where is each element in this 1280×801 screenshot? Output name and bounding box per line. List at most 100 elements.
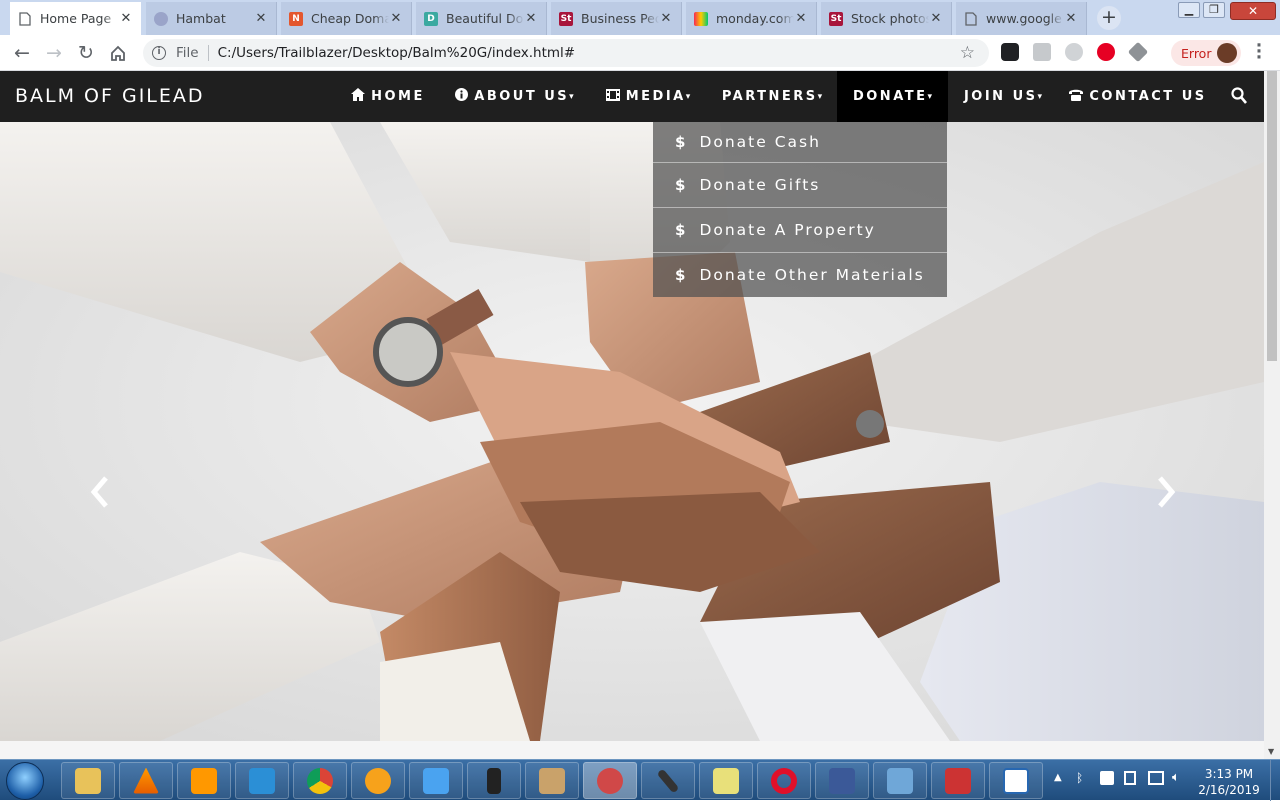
extension-icon[interactable] <box>1065 43 1083 61</box>
address-bar[interactable]: i File C:/Users/Trailblazer/Desktop/Balm… <box>143 39 989 67</box>
start-button[interactable] <box>6 762 44 800</box>
pinterest-icon[interactable] <box>1097 43 1115 61</box>
book-icon[interactable] <box>525 762 579 799</box>
volume-icon[interactable]: 🔈︎ <box>1172 770 1180 785</box>
app-icon[interactable] <box>467 762 521 799</box>
info-icon <box>455 88 469 105</box>
divider <box>207 45 209 61</box>
menu-item-donate-gifts[interactable]: $ Donate Gifts <box>653 162 947 207</box>
tab-title: www.google <box>986 11 1062 26</box>
nav-home[interactable]: HOME <box>345 71 431 122</box>
chrome-icon[interactable] <box>293 762 347 799</box>
close-icon[interactable]: ✕ <box>524 11 538 26</box>
minimize-button[interactable]: ▁ <box>1178 2 1200 18</box>
nav-label: CONTACT US <box>1089 89 1207 104</box>
tab-home-page[interactable]: Home Page ✕ <box>10 2 141 35</box>
tab-title: Beautiful Do <box>446 11 524 26</box>
carousel-prev-icon[interactable] <box>88 472 112 512</box>
clock-time: 3:13 PM <box>1204 767 1254 781</box>
bluetooth-icon[interactable]: ᛒ <box>1076 771 1083 785</box>
error-label: Error <box>1181 45 1212 61</box>
caret-down-icon: ▾ <box>817 91 823 102</box>
app-icon[interactable] <box>351 762 405 799</box>
reload-icon[interactable]: ↻ <box>72 39 100 67</box>
show-desktop-button[interactable] <box>1270 760 1280 801</box>
nav-about-us[interactable]: ABOUT US ▾ <box>447 71 582 122</box>
nav-contact-us[interactable]: CONTACT US <box>1064 71 1212 122</box>
tab-title: Home Page <box>40 11 112 26</box>
caret-down-icon: ▾ <box>1037 91 1043 102</box>
site-brand[interactable]: BALM OF GILEAD <box>15 85 205 107</box>
maximize-button[interactable]: ❐ <box>1203 2 1225 18</box>
nav-label: JOIN US <box>963 89 1038 104</box>
show-hidden-icons-icon[interactable]: ▲ <box>1054 772 1062 783</box>
close-icon[interactable]: ✕ <box>119 11 133 26</box>
nav-donate[interactable]: DONATE ▾ <box>837 71 948 122</box>
dollar-icon: $ <box>675 221 688 239</box>
file-explorer-icon[interactable] <box>61 762 115 799</box>
tab-beautiful[interactable]: D Beautiful Do ✕ <box>416 2 547 35</box>
profile-error-button[interactable]: Error <box>1171 40 1241 66</box>
vscode-icon[interactable] <box>235 762 289 799</box>
sublime-text-icon[interactable] <box>177 762 231 799</box>
tab-monday[interactable]: monday.com ✕ <box>686 2 817 35</box>
back-arrow-icon[interactable]: ← <box>8 39 36 67</box>
3g-icon[interactable] <box>989 762 1043 799</box>
dollar-icon: $ <box>675 176 688 194</box>
action-center-icon[interactable] <box>1100 771 1114 785</box>
taskbar-clock[interactable]: 3:13 PM 2/16/2019 <box>1193 766 1265 798</box>
close-icon[interactable]: ✕ <box>659 11 673 26</box>
info-icon[interactable]: i <box>152 46 166 60</box>
forward-arrow-icon[interactable]: → <box>40 39 68 67</box>
close-icon[interactable]: ✕ <box>1064 11 1078 26</box>
close-icon[interactable]: ✕ <box>794 11 808 26</box>
tab-hambat[interactable]: Hambat ✕ <box>146 2 277 35</box>
extension-icon[interactable] <box>1001 43 1019 61</box>
menu-item-donate-property[interactable]: $ Donate A Property <box>653 207 947 252</box>
tab-business-people[interactable]: St Business Peo ✕ <box>551 2 682 35</box>
app-icon[interactable] <box>931 762 985 799</box>
url-text[interactable]: C:/Users/Trailblazer/Desktop/Balm%20G/in… <box>218 45 576 61</box>
close-icon[interactable]: ✕ <box>254 11 268 26</box>
extension-icon[interactable] <box>1127 41 1149 63</box>
vlc-icon[interactable] <box>119 762 173 799</box>
window-close-button[interactable]: ✕ <box>1230 2 1276 20</box>
star-icon[interactable]: ☆ <box>960 43 975 63</box>
hero-carousel <box>0 122 1264 741</box>
opera-icon[interactable] <box>757 762 811 799</box>
tab-stock-photos[interactable]: St Stock photos ✕ <box>821 2 952 35</box>
snipping-tool-icon[interactable] <box>583 762 637 799</box>
tab-google[interactable]: www.google ✕ <box>956 2 1087 35</box>
file-label: File <box>176 45 199 61</box>
close-icon[interactable]: ✕ <box>929 11 943 26</box>
menu-item-donate-materials[interactable]: $ Donate Other Materials <box>653 252 947 297</box>
browser-tab-strip: Home Page ✕ Hambat ✕ N Cheap Doma ✕ D Be… <box>0 0 1280 35</box>
close-icon[interactable]: ✕ <box>389 11 403 26</box>
tab-cheap-domains[interactable]: N Cheap Doma ✕ <box>281 2 412 35</box>
network-icon[interactable] <box>1148 771 1164 785</box>
scrollbar-thumb[interactable] <box>1267 71 1277 361</box>
nav-media[interactable]: MEDIA ▾ <box>596 71 700 122</box>
notes-icon[interactable] <box>699 762 753 799</box>
page-scrollbar[interactable]: ▼ <box>1264 71 1280 759</box>
menu-item-label: Donate Cash <box>699 133 821 151</box>
scroll-down-icon[interactable]: ▼ <box>1268 747 1274 756</box>
extension-icon[interactable] <box>1033 43 1051 61</box>
new-tab-button[interactable]: + <box>1097 6 1121 30</box>
search-icon[interactable] <box>1231 87 1247 105</box>
nav-join-us[interactable]: JOIN US ▾ <box>952 71 1054 122</box>
menu-item-donate-cash[interactable]: $ Donate Cash <box>653 122 947 162</box>
app-icon[interactable] <box>409 762 463 799</box>
caret-down-icon: ▾ <box>569 91 574 102</box>
nav-label: ABOUT US <box>474 89 570 104</box>
home-icon[interactable] <box>104 39 132 67</box>
nav-partners[interactable]: PARTNERS ▾ <box>712 71 832 122</box>
battery-icon[interactable] <box>1124 771 1136 785</box>
carousel-next-icon[interactable] <box>1154 472 1178 512</box>
menu-dots-icon[interactable]: · · · <box>1253 38 1265 67</box>
nav-label: DONATE <box>852 89 928 104</box>
microphone-icon[interactable] <box>641 762 695 799</box>
photo-viewer-icon[interactable] <box>873 762 927 799</box>
avatar <box>1217 43 1237 63</box>
facebook-icon[interactable] <box>815 762 869 799</box>
